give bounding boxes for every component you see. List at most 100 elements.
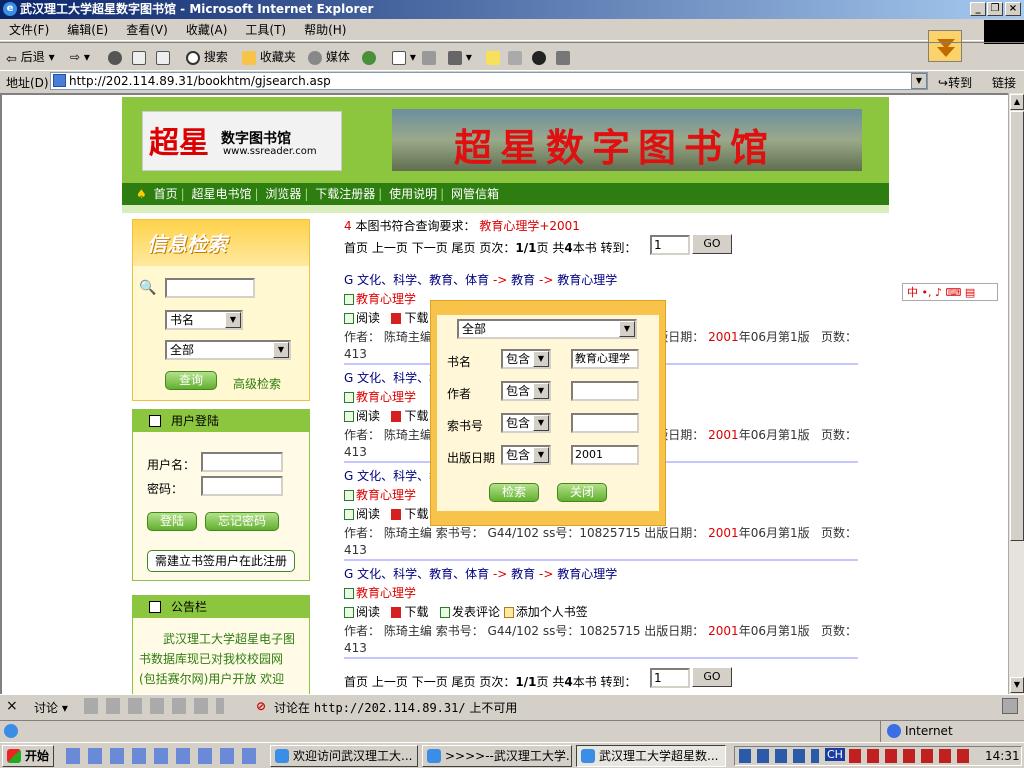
- task-1[interactable]: 欢迎访问武汉理工大...: [270, 745, 418, 767]
- address-input[interactable]: http://202.114.89.31/bookhtm/gjsearch.as…: [50, 72, 928, 90]
- read-link[interactable]: 阅读: [344, 409, 380, 423]
- tray-icons-right[interactable]: [849, 749, 971, 763]
- goto-page-input-bottom[interactable]: 1: [650, 668, 690, 688]
- scope-select[interactable]: 全部 ▼: [165, 340, 291, 360]
- pager-prev[interactable]: 上一页: [372, 241, 408, 255]
- task-3-active[interactable]: 武汉理工大学超星数...: [576, 745, 726, 767]
- minimize-button[interactable]: _: [970, 2, 986, 16]
- menu-tools[interactable]: 工具(T): [236, 20, 295, 41]
- popup-value-input[interactable]: 教育心理学: [571, 349, 639, 369]
- download-link[interactable]: 下载: [391, 605, 428, 619]
- field-select[interactable]: 书名 ▼: [165, 310, 243, 330]
- close-window-button[interactable]: ×: [1005, 2, 1021, 16]
- edit-button[interactable]: ▾: [448, 48, 472, 66]
- ime-indicator[interactable]: CH: [825, 748, 845, 761]
- media-button[interactable]: 媒体: [308, 48, 350, 66]
- ime-toolbar[interactable]: 中 •, ♪ ⌨ ▤: [902, 283, 998, 301]
- discuss-menu[interactable]: 讨论 ▾: [34, 699, 68, 716]
- search-button[interactable]: 搜索: [186, 48, 228, 66]
- pager-next[interactable]: 下一页: [412, 675, 448, 689]
- keyword-input[interactable]: [165, 278, 255, 298]
- discuss-expand-icon[interactable]: [1002, 698, 1018, 714]
- read-link[interactable]: 阅读: [344, 311, 380, 325]
- username-input[interactable]: [201, 452, 283, 472]
- query-button[interactable]: 查询: [165, 371, 217, 390]
- password-input[interactable]: [201, 476, 283, 496]
- menu-help[interactable]: 帮助(H): [295, 20, 355, 41]
- pager-first[interactable]: 首页: [344, 241, 368, 255]
- popup-op-select[interactable]: 包含 ▼: [501, 349, 551, 369]
- menu-edit[interactable]: 编辑(E): [58, 20, 117, 41]
- notes-button[interactable]: [486, 48, 500, 66]
- download-link[interactable]: 下载: [391, 311, 428, 325]
- result-title[interactable]: 教育心理学: [344, 290, 416, 307]
- messenger-button[interactable]: [532, 48, 546, 66]
- result-title[interactable]: 教育心理学: [344, 388, 416, 405]
- tray-icons-left[interactable]: [739, 749, 819, 763]
- result-title[interactable]: 教育心理学: [344, 486, 416, 503]
- popup-op-select[interactable]: 包含 ▼: [501, 445, 551, 465]
- restore-button[interactable]: ❐: [987, 2, 1003, 16]
- discuss-tool-icons[interactable]: [84, 698, 224, 714]
- go-button-top[interactable]: GO: [692, 234, 732, 254]
- calc-button[interactable]: [508, 48, 522, 66]
- scroll-down-arrow[interactable]: ▼: [1010, 677, 1024, 693]
- title-bar[interactable]: e 武汉理工大学超星数字图书馆 - Microsoft Internet Exp…: [0, 0, 1024, 19]
- stop-button[interactable]: [108, 48, 122, 66]
- popup-value-input[interactable]: [571, 413, 639, 433]
- popup-op-select[interactable]: 包含 ▼: [501, 381, 551, 401]
- download-link[interactable]: 下载: [391, 409, 428, 423]
- msn-button[interactable]: [556, 48, 570, 66]
- nav-download[interactable]: 下载注册器: [315, 187, 375, 201]
- nav-library[interactable]: 超星电书馆: [191, 187, 251, 201]
- popup-value-input[interactable]: [571, 381, 639, 401]
- print-button[interactable]: [422, 48, 436, 66]
- pager-last[interactable]: 尾页: [452, 241, 476, 255]
- forward-button[interactable]: ⇨ ▾: [70, 48, 90, 66]
- bookmark-link[interactable]: 添加个人书签: [503, 605, 588, 619]
- menu-view[interactable]: 查看(V): [117, 20, 177, 41]
- pager-last[interactable]: 尾页: [452, 675, 476, 689]
- popup-close-button[interactable]: 关闭: [557, 483, 607, 502]
- back-button[interactable]: ⇦ 后退 ▾: [6, 48, 55, 67]
- advanced-search-link[interactable]: 高级检索: [233, 375, 281, 392]
- menu-favorites[interactable]: 收藏(A): [177, 20, 237, 41]
- vertical-scrollbar[interactable]: ▲ ▼: [1008, 93, 1024, 694]
- read-link[interactable]: 阅读: [344, 605, 380, 619]
- pager-first[interactable]: 首页: [344, 675, 368, 689]
- close-discuss-icon[interactable]: ×: [6, 698, 18, 714]
- goto-page-input-top[interactable]: 1: [650, 235, 690, 255]
- mail-button[interactable]: ▾: [392, 48, 416, 66]
- pager-prev[interactable]: 上一页: [372, 675, 408, 689]
- favorites-button[interactable]: 收藏夹: [242, 48, 296, 66]
- refresh-button[interactable]: [132, 48, 146, 66]
- nav-home[interactable]: 首页: [154, 187, 178, 201]
- scroll-thumb[interactable]: [1010, 111, 1024, 541]
- pager-next[interactable]: 下一页: [412, 241, 448, 255]
- history-button[interactable]: [362, 48, 376, 66]
- comment-link[interactable]: 发表评论: [439, 605, 500, 619]
- quick-launch-icons[interactable]: [66, 748, 256, 764]
- nav-mail[interactable]: 网管信箱: [451, 187, 499, 201]
- popup-scope-select[interactable]: 全部 ▼: [457, 319, 637, 339]
- read-link[interactable]: 阅读: [344, 507, 380, 521]
- popup-search-button[interactable]: 检索: [489, 483, 539, 502]
- go-button-bottom[interactable]: GO: [692, 667, 732, 687]
- nav-help[interactable]: 使用说明: [389, 187, 437, 201]
- task-2[interactable]: >>>>--武汉理工大学...: [422, 745, 572, 767]
- home-button[interactable]: [156, 48, 170, 66]
- popup-value-input[interactable]: 2001: [571, 445, 639, 465]
- menu-file[interactable]: 文件(F): [0, 20, 58, 41]
- nav-browser[interactable]: 浏览器: [265, 187, 301, 201]
- forgot-password-button[interactable]: 忘记密码: [205, 512, 279, 531]
- links-button[interactable]: 链接: [992, 74, 1016, 91]
- popup-op-select[interactable]: 包含 ▼: [501, 413, 551, 433]
- start-button[interactable]: 开始: [2, 745, 54, 767]
- download-link[interactable]: 下载: [391, 507, 428, 521]
- scroll-up-arrow[interactable]: ▲: [1010, 94, 1024, 110]
- result-title[interactable]: 教育心理学: [344, 584, 416, 601]
- address-dropdown[interactable]: ▼: [911, 73, 927, 89]
- login-button[interactable]: 登陆: [147, 512, 197, 531]
- register-button[interactable]: 需建立书签用户在此注册: [147, 550, 295, 572]
- go-button[interactable]: ↪转到: [938, 74, 972, 91]
